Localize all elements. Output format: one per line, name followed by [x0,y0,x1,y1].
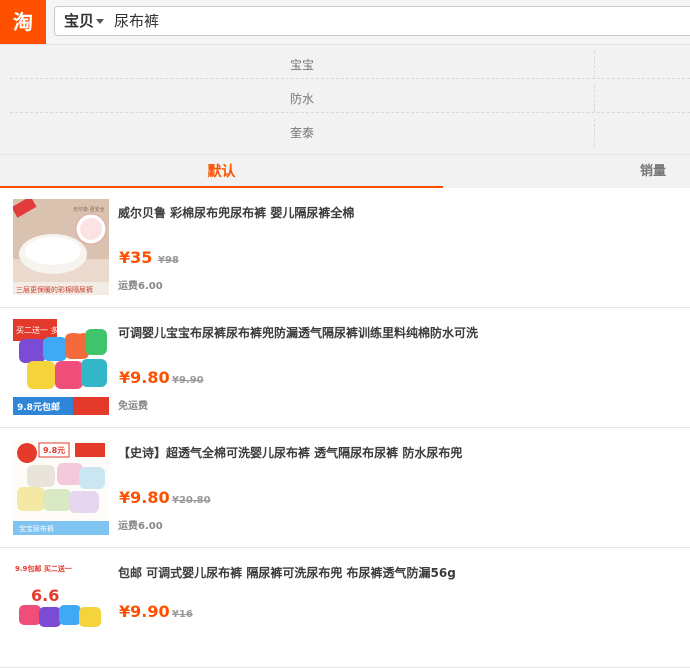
product-title[interactable]: 可调婴儿宝宝布尿裤尿布裤兜防漏透气隔尿裤训练里料纯棉防水可洗 [118,325,678,341]
product-thumbnail[interactable]: 9.8元 宝宝尿布裤 [13,439,109,535]
diaper-photo-icon: 买二送一 多买多送 9.8元包邮 [13,319,109,415]
product-title[interactable]: 威尔贝鲁 彩棉尿布兜尿布裤 婴儿隔尿裤全棉 [118,205,678,221]
thumb-text: 9.9包邮 买二送一 [15,564,72,573]
divider [594,51,595,78]
product-title[interactable]: 包邮 可调式婴儿尿布裤 隔尿裤可洗尿布兜 布尿裤透气防漏56g [118,565,678,581]
product-price: ¥9.90 [119,602,170,621]
original-price: ¥16 [172,609,193,620]
product-card[interactable]: 9.8元 宝宝尿布裤 【史诗】超透气全棉可洗婴儿尿布裤 透气隔尿布尿裤 防水尿布… [0,428,690,548]
divider [594,85,595,112]
product-price: ¥9.80 [119,368,170,387]
thumb-text: 宝宝尿布裤 [19,524,54,533]
product-card[interactable]: 9.9包邮 买二送一 6.6 包邮 可调式婴儿尿布裤 隔尿裤可洗尿布兜 布尿裤透… [0,548,690,668]
tab-sort-default[interactable]: 默认 [0,155,443,188]
diaper-photo-icon: 无印染·更安全 三层更保暖的彩棉隔尿裤 [13,199,109,295]
thumb-text: 三层更保暖的彩棉隔尿裤 [16,285,93,294]
chevron-down-icon[interactable] [96,19,104,24]
shipping-info: 运费6.00 [118,521,163,532]
divider [594,119,595,146]
product-price: ¥9.80 [119,488,170,507]
product-thumbnail[interactable]: 9.9包邮 买二送一 6.6 [13,559,109,655]
product-card[interactable]: 买二送一 多买多送 9.8元包邮 可调婴儿宝宝布尿裤尿布裤兜防漏透气隔尿裤训练里… [0,308,690,428]
product-thumbnail[interactable]: 买二送一 多买多送 9.8元包邮 [13,319,109,415]
shipping-info: 运费6.00 [118,281,163,292]
product-thumbnail[interactable]: 无印染·更安全 三层更保暖的彩棉隔尿裤 [13,199,109,295]
filter-row[interactable]: 奎泰 [10,113,690,146]
diaper-photo-icon: 9.9包邮 买二送一 6.6 [13,559,109,655]
search-box[interactable]: 宝贝 [54,6,690,36]
thumb-text: 6.6 [31,586,59,605]
thumb-text: 买二送一 多买多送 [16,325,83,335]
product-title[interactable]: 【史诗】超透气全棉可洗婴儿尿布裤 透气隔尿布尿裤 防水尿布兜 [118,445,678,461]
original-price: ¥9.90 [172,375,204,386]
thumb-text: 无印染·更安全 [73,206,105,213]
product-price: ¥35 [119,248,153,267]
original-price: ¥20.80 [172,495,211,506]
shipping-info: 免运费 [118,401,148,412]
filter-option-waterproof[interactable]: 防水 [10,79,594,112]
filter-option-brand[interactable]: 奎泰 [10,113,594,146]
thumb-text: 9.8元 [43,446,65,455]
product-card[interactable]: 无印染·更安全 三层更保暖的彩棉隔尿裤 威尔贝鲁 彩棉尿布兜尿布裤 婴儿隔尿裤全… [0,188,690,308]
tab-sort-sales[interactable]: 销量 [640,155,666,188]
filter-row[interactable]: 宝宝 [10,45,690,79]
filter-row[interactable]: 防水 [10,79,690,113]
diaper-photo-icon: 9.8元 宝宝尿布裤 [13,439,109,535]
filter-panel: 宝宝 防水 奎泰 [0,45,690,153]
taobao-logo[interactable]: 淘 [0,0,46,44]
filter-option-baby[interactable]: 宝宝 [10,45,594,78]
search-input[interactable] [114,7,674,35]
sort-bar: 默认 销量 [0,154,690,188]
top-bar: 淘 宝贝 [0,0,690,45]
thumb-text: 9.8元包邮 [17,401,60,413]
original-price: ¥98 [158,255,179,266]
search-type-selector[interactable]: 宝贝 [64,7,94,35]
